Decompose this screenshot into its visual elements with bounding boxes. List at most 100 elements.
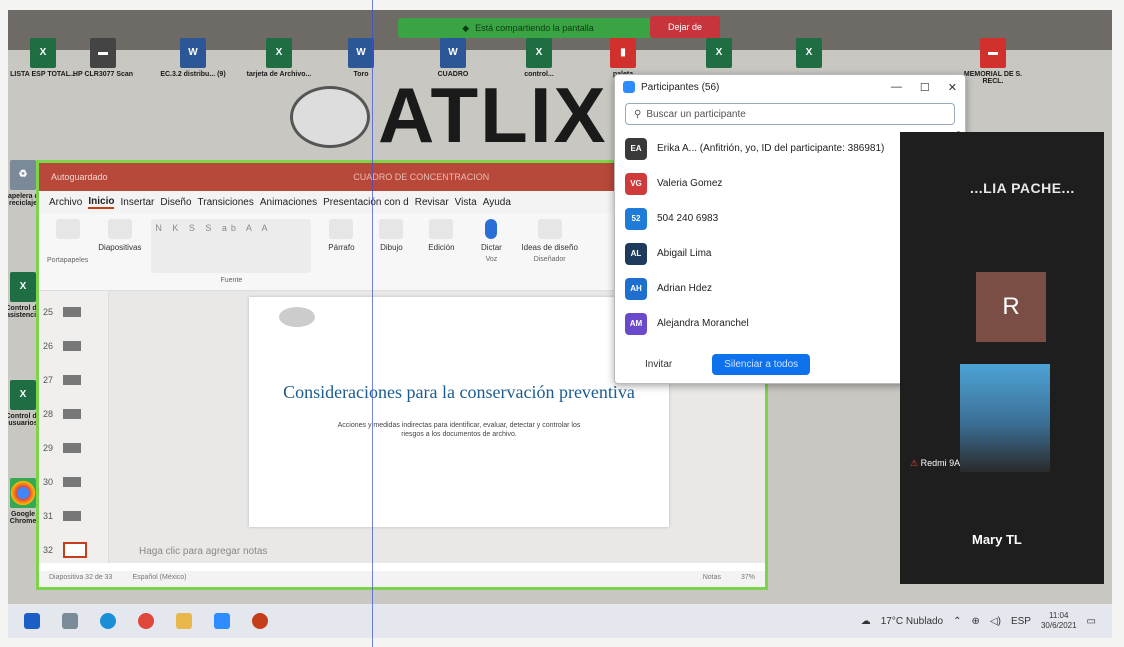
weather-icon: ☁ (860, 615, 871, 627)
slides-button[interactable]: Diapositivas (98, 243, 141, 252)
design-ideas-icon[interactable] (537, 219, 562, 239)
video-tile-name[interactable]: ...LIA PACHE... (970, 180, 1075, 196)
clipboard-group: Portapapeles (47, 219, 88, 264)
excel-icon: X (10, 380, 36, 410)
avatar: AL (625, 242, 647, 265)
video-tile-name[interactable]: Mary TL (972, 532, 1022, 547)
excel-icon: X (796, 38, 822, 68)
avatar: AH (625, 277, 647, 300)
tab-revisar[interactable]: Revisar (415, 197, 449, 208)
tab-presentación-con-d[interactable]: Presentación con d (323, 197, 409, 208)
paragraph-icon[interactable] (329, 219, 354, 239)
share-banner-text: Está compartiendo la pantalla (475, 23, 594, 33)
zoom-level[interactable]: 37% (741, 574, 755, 584)
thumbnail-preview (63, 443, 82, 453)
excel-icon: X (706, 38, 732, 68)
thumbnail-preview (63, 307, 82, 317)
tab-diseño[interactable]: Diseño (160, 197, 191, 208)
zoom-icon[interactable] (214, 613, 230, 629)
desktop-icon[interactable]: W EC.3.2 distribu... (9) (158, 38, 228, 78)
video-tile-camera[interactable] (960, 364, 1050, 472)
thumbnail-number: 29 (43, 443, 54, 453)
zoom-icon (623, 81, 635, 93)
participant-name: Alejandra Moranchel (657, 318, 749, 329)
desktop-icon[interactable]: Xtarjeta de Archivo... (244, 38, 314, 78)
new-slide-icon[interactable] (107, 219, 132, 239)
panel-title: Participantes (56) (641, 81, 720, 93)
slide-canvas[interactable]: Consideraciones para la conservación pre… (249, 297, 669, 527)
slide-thumbnail[interactable]: 25 (39, 295, 108, 329)
slide-subtitle[interactable]: Acciones y medidas indirectas para ident… (249, 421, 669, 439)
thumbnail-number: 28 (43, 409, 54, 419)
minimize-icon[interactable]: — (891, 81, 902, 94)
folder-icon[interactable] (176, 613, 192, 629)
close-icon[interactable]: ✕ (948, 81, 957, 94)
slide-thumbnail[interactable]: 26 (39, 329, 108, 363)
slide-thumbnail[interactable]: 29 (39, 431, 108, 465)
tab-ayuda[interactable]: Ayuda (483, 197, 511, 208)
recycle-bin-icon: ♻ (10, 160, 36, 190)
notes-placeholder[interactable]: Haga clic para agregar notas (139, 546, 267, 557)
screen-share-banner[interactable]: ◆ Está compartiendo la pantalla (398, 18, 658, 38)
tab-archivo[interactable]: Archivo (49, 197, 82, 208)
mute-all-button[interactable]: Silenciar a todos (712, 354, 811, 375)
shapes-icon[interactable] (379, 219, 404, 239)
network-icon[interactable]: ⊕ (972, 616, 980, 627)
powerpoint-icon[interactable] (252, 613, 268, 629)
windows-start-icon[interactable] (24, 613, 40, 629)
search-icon: ⚲ (634, 108, 642, 120)
ppt-status-bar: Diapositiva 32 de 33 Español (México) No… (39, 571, 765, 587)
volume-icon[interactable]: ◁) (990, 616, 1001, 627)
search-icon[interactable] (429, 219, 454, 239)
pdf-icon: ▬ (980, 38, 1006, 68)
slide-thumbnail[interactable]: 30 (39, 465, 108, 499)
slide-thumbnail[interactable]: 28 (39, 397, 108, 431)
paragraph-group: Párrafo (321, 219, 361, 252)
participant-search-input[interactable]: ⚲ Buscar un participante (625, 103, 955, 125)
invite-button[interactable]: Invitar (645, 359, 672, 370)
tab-animaciones[interactable]: Animaciones (260, 197, 317, 208)
video-tile-name: Redmi 9A (910, 458, 961, 469)
desktop-icon[interactable]: ▬ MEMORIAL DE S. RECL. (958, 38, 1028, 85)
autosave-label[interactable]: Autoguardado (51, 172, 108, 182)
maximize-icon[interactable]: ☐ (920, 81, 930, 94)
microphone-icon[interactable] (485, 219, 498, 239)
system-tray: ☁ 17°C Nublado ⌃ ⊕ ◁) ESP 11:04 30/6/2021… (861, 611, 1096, 631)
notes-toggle[interactable]: Notas (703, 574, 721, 584)
thumbnail-number: 32 (43, 545, 54, 555)
edge-icon[interactable] (100, 613, 116, 629)
desktop-icon[interactable]: X... (774, 38, 844, 78)
thumbnail-number: 31 (43, 511, 54, 521)
word-icon: W (180, 38, 206, 68)
tab-vista[interactable]: Vista (455, 197, 477, 208)
tab-insertar[interactable]: Insertar (120, 197, 154, 208)
video-tile-avatar[interactable]: R (976, 272, 1046, 342)
chevron-up-icon[interactable]: ⌃ (953, 616, 961, 627)
thumbnail-preview (63, 477, 82, 487)
chrome-icon[interactable] (138, 613, 154, 629)
avatar: VG (625, 172, 647, 195)
desktop-icon[interactable]: ▬ HP CLR3077 Scan (68, 38, 138, 78)
font-controls[interactable]: N K S S ab A A (151, 219, 312, 273)
tab-transiciones[interactable]: Transiciones (198, 197, 254, 208)
paste-icon[interactable] (55, 219, 80, 239)
drawing-group: Dibujo (371, 219, 411, 252)
task-view-icon[interactable] (62, 613, 78, 629)
clock[interactable]: 11:04 30/6/2021 (1041, 611, 1077, 631)
stop-share-button[interactable]: Dejar de (650, 16, 720, 38)
slide-counter: Diapositiva 32 de 33 (49, 574, 113, 581)
slide-thumbnail[interactable]: 31 (39, 499, 108, 533)
avatar: AM (625, 312, 647, 335)
excel-icon: X (526, 38, 552, 68)
language-indicator[interactable]: ESP (1011, 616, 1031, 627)
slide-thumbnail[interactable]: 27 (39, 363, 108, 397)
weather-text[interactable]: 17°C Nublado (881, 616, 943, 627)
notifications-icon[interactable]: ▭ (1087, 616, 1096, 627)
tab-inicio[interactable]: Inicio (88, 196, 115, 209)
language-status[interactable]: Español (México) (132, 574, 186, 584)
slides-group: Diapositivas (98, 219, 141, 252)
thumbnail-preview (63, 375, 82, 385)
slide-thumbnail[interactable]: 32 (39, 533, 108, 567)
slide-title[interactable]: Consideraciones para la conservación pre… (249, 381, 669, 403)
desktop-icon[interactable]: X... (684, 38, 754, 78)
